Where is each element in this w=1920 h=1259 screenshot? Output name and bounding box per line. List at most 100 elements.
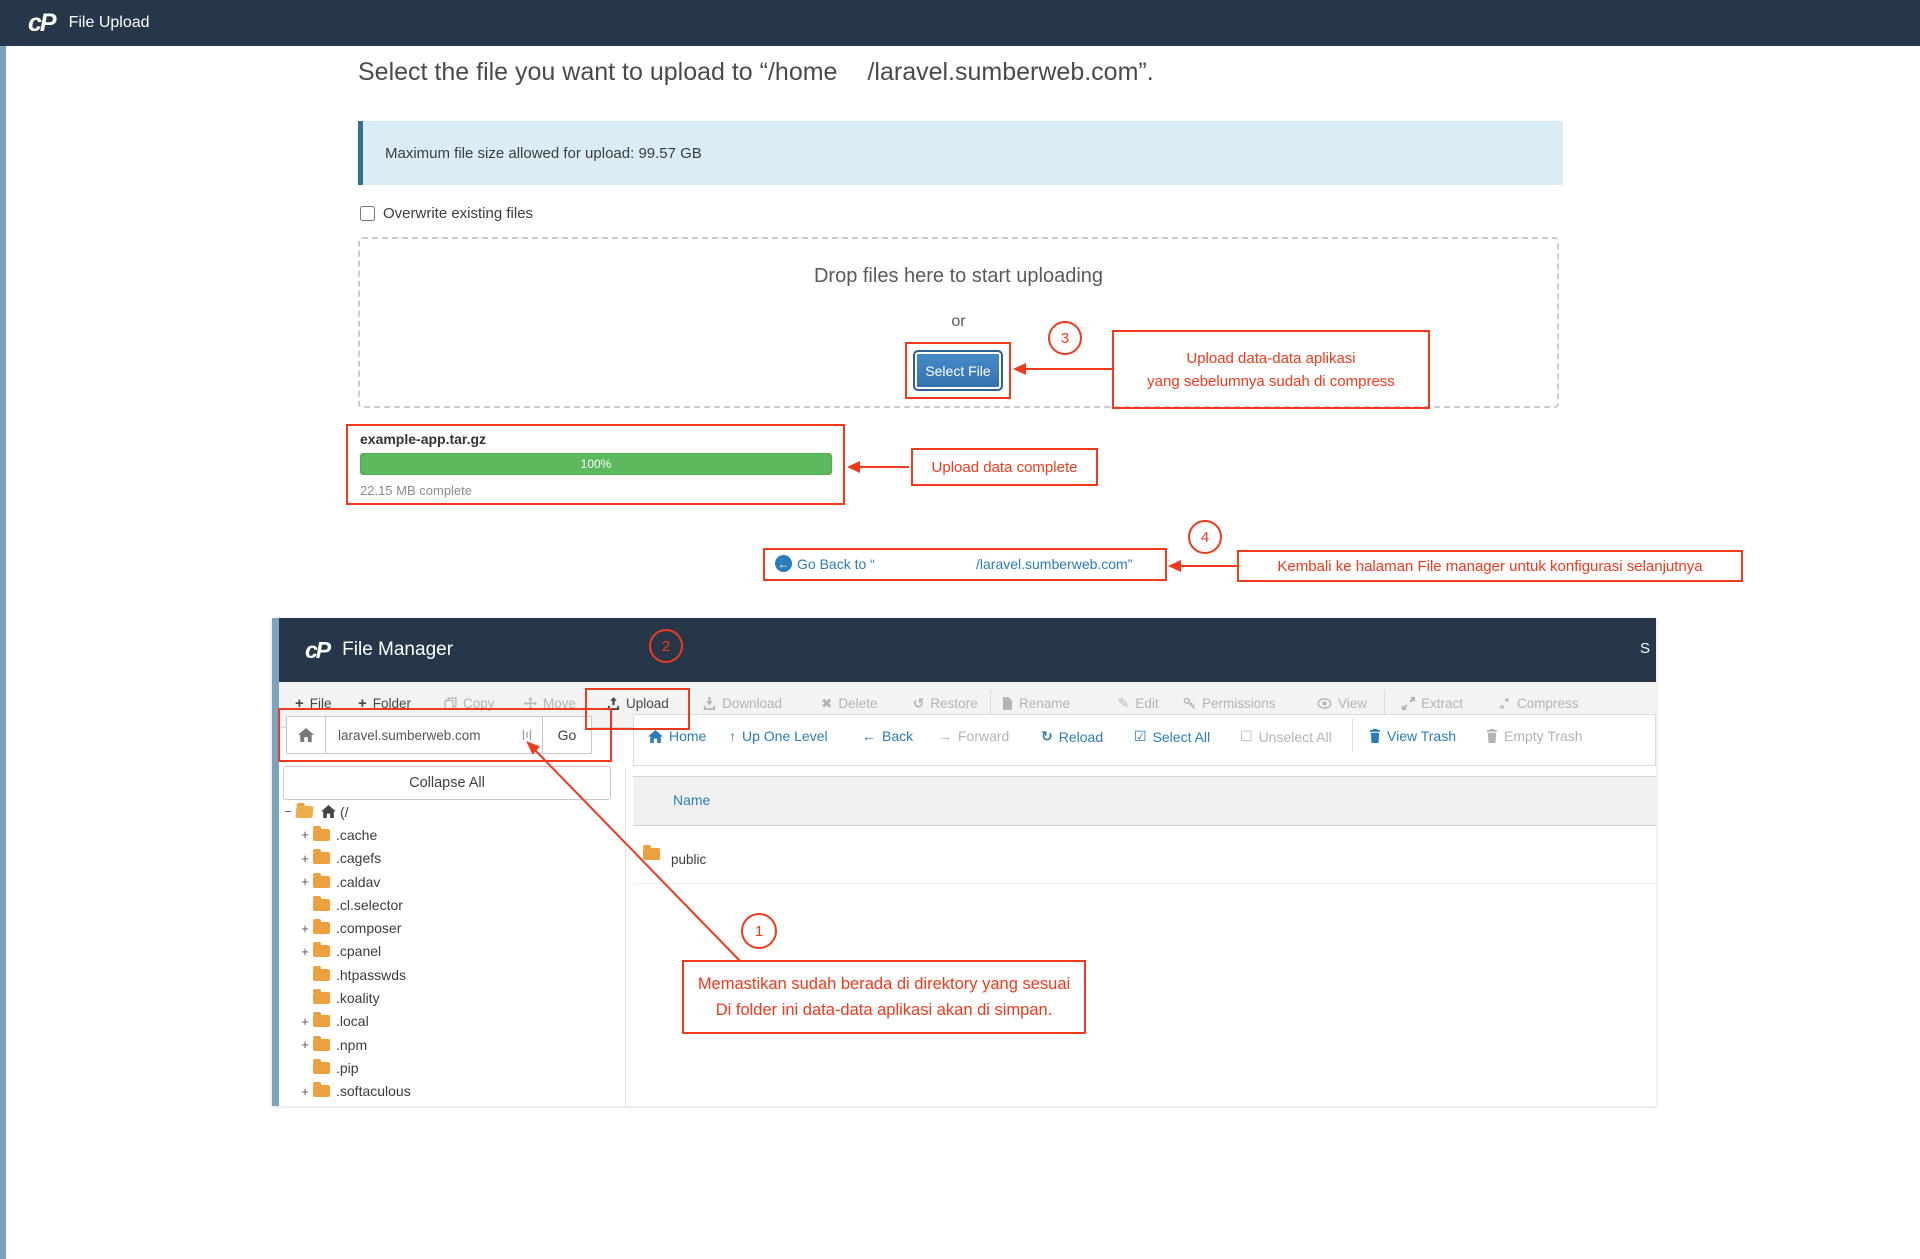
- nav-forward-button[interactable]: →Forward: [938, 728, 1009, 744]
- toolbar-delete-button[interactable]: ✖Delete: [821, 696, 877, 711]
- left-arrow-icon: ←: [862, 728, 876, 744]
- expand-plus-icon[interactable]: +: [297, 874, 313, 889]
- tree-item[interactable]: +.caldav: [280, 870, 620, 893]
- directory-tree: − (/ +.cache + .cagefs +.caldav .cl.selec…: [280, 800, 620, 1103]
- tree-root-row[interactable]: − (/: [280, 800, 620, 823]
- download-icon: [703, 697, 716, 710]
- extract-icon: [1402, 697, 1415, 710]
- home-icon: [648, 730, 663, 743]
- upload-heading-suffix: /laravel.sumberweb.com”.: [867, 58, 1153, 86]
- annotation-step3: Upload data-data aplikasi yang sebelumny…: [1112, 330, 1430, 409]
- tree-item-label: .cpanel: [336, 943, 381, 959]
- nav-back-button[interactable]: ← Back: [862, 728, 913, 744]
- tree-item-label: .cl.selector: [336, 897, 403, 913]
- trash-icon: [1369, 729, 1381, 743]
- file-manager-left-edge: [272, 618, 279, 1106]
- collapse-all-button[interactable]: Collapse All: [283, 766, 611, 800]
- page-left-edge: [0, 46, 6, 1259]
- file-table-header: Name Size: [633, 776, 1656, 826]
- annotation-box-select-file: [905, 342, 1011, 399]
- annotation-step4-text: Kembali ke halaman File manager untuk ko…: [1277, 555, 1702, 578]
- file-icon: [1002, 697, 1013, 710]
- toolbar-edit-button[interactable]: ✎ Edit: [1118, 696, 1159, 711]
- expand-plus-icon[interactable]: +: [297, 851, 313, 866]
- nav-home-button[interactable]: Home: [648, 728, 706, 744]
- toolbar-label: View: [1338, 696, 1367, 711]
- tree-item[interactable]: .pip: [280, 1056, 620, 1079]
- file-manager-search-partial: S: [1640, 640, 1650, 657]
- cpanel-logo-icon: cP: [28, 11, 55, 36]
- tree-root-label: (/: [340, 804, 349, 820]
- file-row-public[interactable]: public 6 bytes: [633, 826, 1656, 884]
- toolbar-label: Extract: [1421, 696, 1463, 711]
- nav-empty-trash-button[interactable]: Empty Trash: [1486, 728, 1583, 744]
- pencil-icon: ✎: [1118, 697, 1129, 711]
- nav-label: Up One Level: [742, 728, 828, 744]
- toolbar-rename-button[interactable]: Rename: [1002, 696, 1070, 711]
- nav-label: Back: [882, 728, 913, 744]
- overwrite-checkbox[interactable]: [360, 206, 375, 221]
- toolbar-label: Edit: [1135, 696, 1158, 711]
- tree-item[interactable]: .cl.selector: [280, 893, 620, 916]
- toolbar-extract-button[interactable]: Extract: [1402, 696, 1463, 711]
- annotation-step3-line2: yang sebelumnya sudah di compress: [1147, 370, 1395, 393]
- folder-icon: [313, 829, 330, 841]
- tree-item-label: .cagefs: [336, 850, 381, 866]
- compress-icon: [1498, 697, 1511, 710]
- page-title: File Upload: [69, 14, 150, 32]
- file-manager-title: File Manager: [342, 639, 453, 661]
- toolbar-label: Restore: [930, 696, 977, 711]
- overwrite-row[interactable]: Overwrite existing files: [360, 205, 533, 222]
- nav-label: Home: [669, 728, 706, 744]
- tree-item-label: .koality: [336, 990, 380, 1006]
- collapse-minus-icon[interactable]: −: [280, 804, 296, 819]
- expand-plus-icon[interactable]: +: [297, 921, 313, 936]
- step-circle-3: 3: [1048, 321, 1082, 355]
- nav-up-one-level-button[interactable]: ↑Up One Level: [729, 728, 828, 744]
- tree-item[interactable]: +.cache: [280, 823, 620, 846]
- nav-reload-button[interactable]: ↻Reload: [1041, 728, 1103, 745]
- page: cP File Upload Select the file you want …: [0, 0, 1920, 1259]
- dropzone-or-text: or: [360, 313, 1557, 331]
- restore-icon: ↺: [913, 697, 924, 711]
- cpanel-logo-icon: cP: [305, 639, 329, 662]
- tree-item[interactable]: + .npm: [280, 1033, 620, 1056]
- column-header-name[interactable]: Name: [673, 792, 710, 808]
- tree-item[interactable]: +.composer: [280, 916, 620, 939]
- nav-select-all-button[interactable]: ☑Select All: [1134, 728, 1210, 745]
- folder-icon: [313, 922, 330, 934]
- folder-icon: [313, 876, 330, 888]
- toolbar-view-button[interactable]: View: [1317, 696, 1367, 711]
- step-number: 4: [1201, 529, 1209, 546]
- tree-item[interactable]: + .cpanel: [280, 940, 620, 963]
- tree-item[interactable]: + .cagefs: [280, 847, 620, 870]
- folder-icon: [313, 1062, 330, 1074]
- toolbar-restore-button[interactable]: ↺ Restore: [913, 696, 978, 711]
- nav-label: Select All: [1153, 729, 1211, 745]
- folder-icon: [313, 1085, 330, 1097]
- nav-label: Reload: [1059, 729, 1103, 745]
- toolbar-compress-button[interactable]: Compress: [1498, 696, 1579, 711]
- nav-view-trash-button[interactable]: View Trash: [1369, 728, 1456, 744]
- expand-plus-icon[interactable]: +: [297, 1037, 313, 1052]
- navbar-separator: [1352, 718, 1353, 752]
- expand-plus-icon[interactable]: +: [297, 827, 313, 842]
- folder-icon: [313, 899, 330, 911]
- trash-icon: [1486, 729, 1498, 743]
- tree-item[interactable]: .koality: [280, 986, 620, 1009]
- expand-plus-icon[interactable]: +: [297, 1014, 313, 1029]
- tree-item[interactable]: +.local: [280, 1010, 620, 1033]
- toolbar-permissions-button[interactable]: Permissions: [1183, 696, 1276, 711]
- nav-unselect-all-button[interactable]: ☐Unselect All: [1240, 728, 1332, 745]
- expand-plus-icon[interactable]: +: [297, 1084, 313, 1099]
- open-folder-icon: [295, 806, 313, 818]
- tree-item-label: .npm: [336, 1037, 367, 1053]
- annotation-step1: Memastikan sudah berada di direktory yan…: [682, 960, 1086, 1034]
- expand-plus-icon[interactable]: +: [297, 944, 313, 959]
- toolbar-download-button[interactable]: Download: [703, 696, 782, 711]
- annotation-box-progress: [346, 424, 845, 505]
- toolbar-label: Permissions: [1202, 696, 1276, 711]
- tree-item[interactable]: .htpasswds: [280, 963, 620, 986]
- tree-item[interactable]: +.softaculous: [280, 1080, 620, 1103]
- toolbar-label: Compress: [1517, 696, 1579, 711]
